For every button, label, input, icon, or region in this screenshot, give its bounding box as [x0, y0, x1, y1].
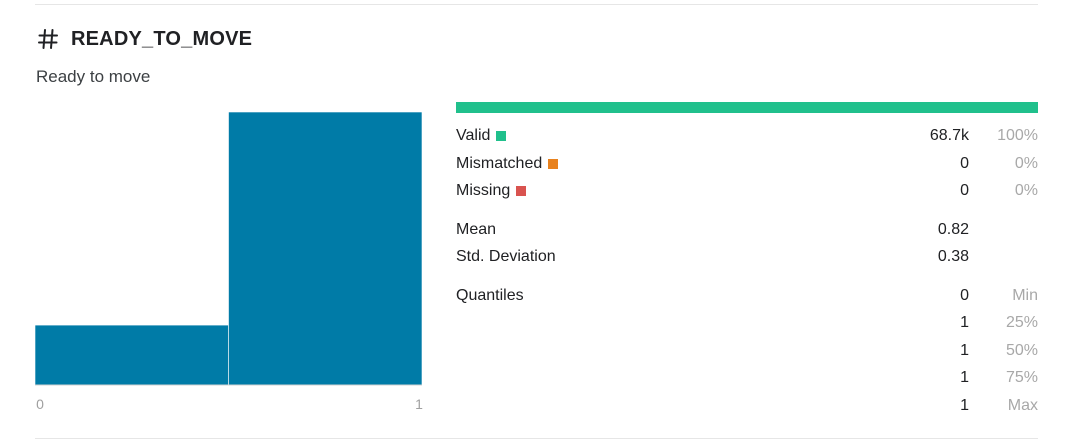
hash-icon	[38, 29, 58, 49]
quantile-name: Min	[1012, 287, 1038, 304]
valid-count: 68.7k	[929, 127, 969, 144]
quantile-value: 1	[960, 397, 969, 414]
std-value: 0.38	[937, 248, 969, 265]
missing-label: Missing	[456, 182, 511, 199]
quantile-value: 1	[960, 369, 969, 386]
quantile-row-75: 1 75%	[456, 367, 1038, 389]
mismatched-swatch-icon	[548, 159, 559, 169]
quantile-value: 1	[960, 342, 969, 359]
std-row: Std. Deviation 0.38	[456, 246, 1038, 268]
missing-row: Missing 0 0%	[456, 180, 1038, 202]
histogram-bar[interactable]	[228, 111, 423, 386]
column-description: Ready to move	[36, 67, 151, 86]
x-tick-label: 1	[415, 396, 423, 412]
bottom-divider	[35, 438, 1038, 439]
top-divider	[35, 4, 1038, 5]
quantiles-label: Quantiles	[456, 287, 524, 304]
mean-label: Mean	[456, 221, 497, 238]
quantile-row-max: 1 Max	[456, 395, 1038, 417]
valid-label: Valid	[456, 127, 491, 144]
validity-bar-valid	[456, 102, 1038, 113]
quantile-row-50: 1 50%	[456, 340, 1038, 362]
mean-row: Mean 0.82	[456, 219, 1038, 241]
mismatched-percent: 0%	[1014, 155, 1038, 172]
missing-percent: 0%	[1014, 182, 1038, 199]
mismatched-count: 0	[960, 155, 969, 172]
quantile-row-min: Quantiles 0 Min	[456, 285, 1038, 307]
validity-bar	[456, 102, 1038, 113]
mismatched-label: Mismatched	[456, 155, 543, 172]
quantile-row-25: 1 25%	[456, 312, 1038, 334]
missing-count: 0	[960, 182, 969, 199]
quantile-name: 75%	[1005, 369, 1038, 386]
quantile-value: 0	[960, 287, 969, 304]
quantile-value: 1	[960, 314, 969, 331]
mean-value: 0.82	[937, 221, 969, 238]
histogram-bar[interactable]	[34, 324, 229, 386]
valid-row: Valid 68.7k 100%	[456, 125, 1038, 147]
column-header: READY_TO_MOVE	[36, 25, 252, 53]
valid-percent: 100%	[997, 127, 1038, 144]
mismatched-row: Mismatched 0 0%	[456, 153, 1038, 175]
quantile-name: Max	[1007, 397, 1038, 414]
stats-panel: Valid 68.7k 100% Mismatched 0 0% Missing…	[456, 102, 1038, 414]
x-tick-label: 0	[36, 396, 44, 412]
column-title: READY_TO_MOVE	[71, 27, 253, 50]
valid-swatch-icon	[496, 131, 507, 141]
std-label: Std. Deviation	[456, 248, 556, 265]
missing-swatch-icon	[516, 186, 527, 196]
quantile-name: 25%	[1005, 314, 1038, 331]
quantile-name: 50%	[1005, 342, 1038, 359]
